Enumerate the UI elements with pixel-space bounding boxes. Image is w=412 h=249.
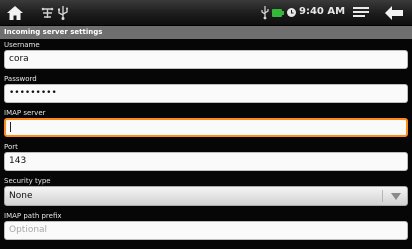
port-label: Port bbox=[4, 143, 18, 151]
password-value: ••••••••• bbox=[9, 88, 57, 98]
settings-form: Username cora Password ••••••••• IMAP se… bbox=[0, 39, 412, 249]
clock: 9:40 AM bbox=[299, 6, 346, 17]
back-icon[interactable] bbox=[385, 6, 403, 20]
username-field[interactable]: cora bbox=[4, 50, 408, 69]
incoming-server-settings-header: Incoming server settings bbox=[0, 26, 412, 39]
security-type-value: None bbox=[9, 191, 33, 201]
imap-path-prefix-placeholder: Optional bbox=[9, 225, 48, 235]
port-value: 143 bbox=[9, 156, 27, 166]
status-bar: 9:40 AM bbox=[0, 0, 412, 26]
text-cursor bbox=[10, 121, 11, 132]
password-field[interactable]: ••••••••• bbox=[4, 84, 408, 103]
username-label: Username bbox=[4, 41, 40, 49]
imap-server-label: IMAP server bbox=[4, 109, 46, 117]
security-type-label: Security type bbox=[4, 177, 51, 185]
imap-path-prefix-label: IMAP path prefix bbox=[4, 212, 62, 220]
dropdown-arrow-icon bbox=[391, 193, 401, 200]
port-field[interactable]: 143 bbox=[4, 152, 408, 171]
usb-storage-icon bbox=[261, 6, 269, 20]
select-divider bbox=[382, 190, 383, 202]
debug-icon bbox=[41, 7, 54, 18]
alarm-icon bbox=[287, 8, 296, 17]
password-label: Password bbox=[4, 75, 37, 83]
imap-path-prefix-field[interactable]: Optional bbox=[4, 221, 408, 240]
menu-icon[interactable] bbox=[353, 7, 369, 19]
username-value: cora bbox=[9, 54, 29, 64]
imap-server-field[interactable] bbox=[4, 118, 408, 137]
security-type-select[interactable]: None bbox=[4, 186, 408, 206]
battery-icon bbox=[272, 9, 284, 17]
usb-icon bbox=[58, 6, 68, 20]
home-icon[interactable] bbox=[7, 6, 23, 20]
